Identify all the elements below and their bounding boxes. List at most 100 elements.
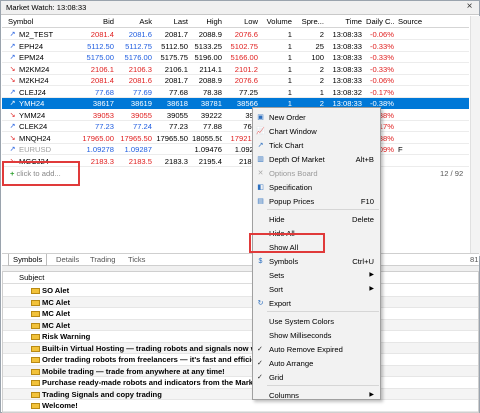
menu-item-chart-window[interactable]: 📈 Chart Window: [253, 125, 380, 139]
new-order-icon: ▣: [257, 114, 264, 121]
tab-trading[interactable]: Trading: [86, 254, 119, 266]
news-item[interactable]: Risk Warning: [3, 331, 478, 343]
news-item[interactable]: MC Alet: [3, 319, 478, 331]
menu-item-sort[interactable]: Sort ▶: [253, 283, 380, 297]
news-item[interactable]: MC Alet: [3, 296, 478, 308]
column-header-6[interactable]: Volume: [262, 16, 292, 28]
submenu-arrow-icon: ▶: [369, 286, 374, 292]
cell-ask: 5176.00: [124, 53, 152, 62]
symbol-row[interactable]: ↗ CLEK24 77.23 77.24 77.23 77.88 76.7 17%: [2, 121, 469, 133]
menu-item-auto-remove-expired[interactable]: ✓ Auto Remove Expired: [253, 343, 380, 357]
menu-item-popup-prices[interactable]: ▤ Popup Prices F10: [253, 195, 380, 209]
envelope-icon: [31, 311, 40, 317]
menu-item-label: New Order: [269, 113, 306, 122]
column-header-5[interactable]: Low: [226, 16, 258, 28]
cell-ask: 5112.75: [125, 41, 152, 51]
symbol-row[interactable]: ↗ EPM24 5175.00 5176.00 5175.75 5196.00 5166.0…: [2, 52, 469, 64]
cell-time: 13:08:33: [332, 53, 362, 62]
menu-item-sets[interactable]: Sets ▶: [253, 269, 380, 283]
column-header-8[interactable]: Time: [328, 16, 362, 28]
cell-last: 5112.50: [161, 41, 188, 51]
news-subject: MC Alet: [42, 297, 70, 307]
tab-details[interactable]: Details: [52, 254, 83, 266]
symbol-row[interactable]: ↗ M2_TEST 2081.4 2081.6 2081.7 2088.9 2076.6 1 2…: [2, 29, 469, 41]
menu-item-label: Specification: [269, 183, 313, 192]
menu-item-new-order[interactable]: ▣ New Order: [253, 111, 380, 125]
symbols-icon: $: [258, 258, 263, 265]
export-icon: ↻: [257, 300, 264, 307]
menu-item-columns[interactable]: Columns ▶: [253, 389, 380, 403]
menu-item-label: Sort: [269, 285, 283, 294]
cell-src: [398, 52, 442, 63]
cell-time: 13:08:33: [332, 76, 362, 85]
symbol-row[interactable]: ↘YMM243905339055390553922239038%: [2, 110, 469, 121]
cell-bid: 2081.4: [90, 30, 114, 39]
tab-symbols[interactable]: Symbols: [8, 254, 48, 266]
cell-time: 13:08:33: [332, 64, 362, 74]
menu-item-use-system-colors[interactable]: Use System Colors: [253, 315, 380, 329]
column-header-2[interactable]: Ask: [118, 16, 152, 28]
tab-ticks[interactable]: Ticks: [124, 254, 149, 266]
menu-item-options-board[interactable]: ✕ Options Board: [253, 167, 380, 181]
menu-item-tick-chart[interactable]: ↗ Tick Chart: [253, 139, 380, 153]
menu-shortcut: Alt+B: [355, 155, 374, 164]
menu-item-hide[interactable]: Hide Delete: [253, 213, 380, 227]
cell-src: [398, 133, 442, 144]
column-header-9[interactable]: Daily C...: [366, 16, 394, 28]
cell-src: [398, 87, 442, 98]
news-subject: Mobile trading — trade from anywhere at …: [42, 366, 225, 376]
cell-ask: 2106.3: [128, 64, 152, 74]
menu-item-export[interactable]: ↻ Export: [253, 297, 380, 311]
menu-item-auto-arrange[interactable]: ✓ Auto Arrange: [253, 357, 380, 371]
symbol-row[interactable]: ↗ YMH24 38617 38619 38618 38781 38566 1 2 13:08:3…: [2, 98, 469, 110]
news-subject: Order trading robots from freelancers — …: [42, 355, 261, 364]
market-watch-window: Market Watch: 13:08:33 × Symbol Bid Ask Las…: [0, 0, 480, 413]
news-item[interactable]: SO Alet: [3, 285, 478, 297]
news-item[interactable]: Built-in Virtual Hosting — trading robot…: [3, 342, 478, 354]
column-header-7[interactable]: Spre...: [296, 16, 324, 28]
menu-item-depth-of-market[interactable]: ▥ Depth Of Market Alt+B: [253, 153, 380, 167]
cell-high: 18055.50: [192, 133, 222, 143]
symbol-row[interactable]: ↘ M2KH24 2081.4 2081.6 2081.7 2088.9 2076.6 1 2 1…: [2, 75, 469, 87]
add-symbol-input[interactable]: + click to add...: [2, 161, 80, 186]
vertical-scrollbar[interactable]: [470, 16, 480, 256]
news-item[interactable]: Mobile trading — trade from anywhere at …: [3, 365, 478, 377]
cell-high: 5133.25: [194, 41, 222, 51]
cell-spr: 2: [319, 30, 324, 39]
cell-low: 2076.6: [234, 76, 258, 85]
column-header-1[interactable]: Bid: [66, 16, 114, 28]
symbol-row[interactable]: ↗ EPH24 5112.50 5112.75 5112.50 5133.25 5102.7…: [2, 41, 469, 52]
cell-high: 39222: [200, 110, 222, 120]
depth-of-market-icon: ▥: [257, 156, 264, 163]
menu-item-show-milliseconds[interactable]: Show Milliseconds: [253, 329, 380, 343]
news-item[interactable]: MC Alet: [3, 308, 478, 320]
symbol-row[interactable]: ↗ CLEJ24 77.68 77.69 77.68 78.38 77.25 1 1 13:08:…: [2, 87, 469, 98]
cell-chg: -0.33%: [369, 64, 394, 74]
menu-item-symbols[interactable]: $ Symbols Ctrl+U: [253, 255, 380, 269]
column-header-10[interactable]: Source: [398, 16, 442, 28]
symbol-row[interactable]: ↘ M2KM24 2106.1 2106.3 2106.1 2114.1 2101.2 1 2 1…: [2, 64, 469, 75]
symbol-row[interactable]: ↘ MNQH24 17965.00 17965.50 17965.50 18055.50 1…: [2, 133, 469, 144]
cell-high: 77.88: [202, 122, 222, 131]
news-subject: Purchase ready-made robots and indicator…: [42, 378, 260, 387]
chart-window-icon: 📈: [256, 128, 265, 135]
cell-ask: 77.24: [132, 122, 152, 131]
symbol-row[interactable]: ↗ EURUSD 1.09278 1.09287 1.09476 1.0927 09% F: [2, 144, 469, 156]
cell-vol: 1: [287, 87, 292, 97]
column-header-4[interactable]: High: [192, 16, 222, 28]
check-icon: ✓: [257, 360, 263, 367]
cell-high: 2088.9: [198, 30, 222, 39]
news-item[interactable]: Purchase ready-made robots and indicator…: [3, 377, 478, 389]
cell-src: [398, 29, 442, 40]
menu-item-grid[interactable]: ✓ Grid: [253, 371, 380, 385]
news-item[interactable]: Order trading robots from freelancers — …: [3, 354, 478, 366]
news-header-subject[interactable]: Subject: [3, 272, 478, 284]
close-icon[interactable]: ×: [464, 2, 475, 13]
column-header-0[interactable]: Symbol: [8, 16, 68, 28]
menu-item-specification[interactable]: ◧ Specification: [253, 181, 380, 195]
news-item[interactable]: Trading Signals and copy trading: [3, 388, 478, 400]
column-header-3[interactable]: Last: [156, 16, 188, 28]
tick-chart-icon: ↗: [257, 142, 264, 149]
envelope-icon: [31, 391, 40, 398]
news-item[interactable]: Welcome!: [3, 400, 478, 412]
